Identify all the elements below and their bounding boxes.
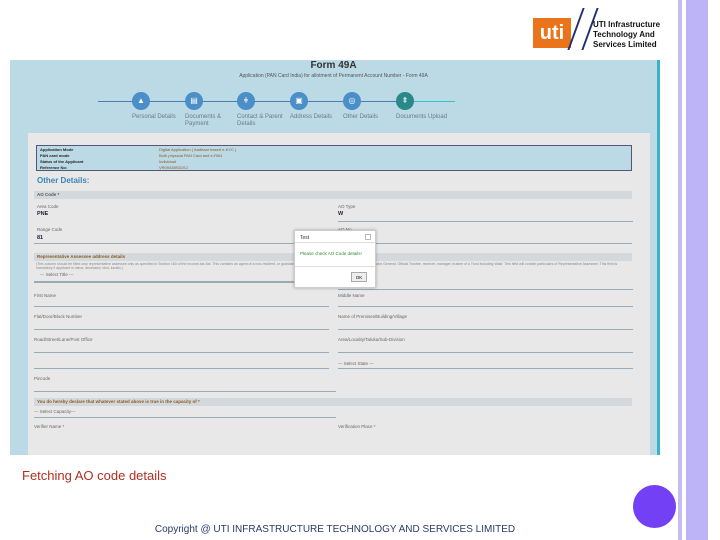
capacity-select[interactable]: --- Select Capacity--- [34, 409, 76, 414]
slide-caption: Fetching AO code details [22, 468, 167, 483]
city-select[interactable] [34, 368, 329, 369]
copyright: Copyright @ UTI INFRASTRUCTURE TECHNOLOG… [154, 524, 516, 535]
verification-place-field[interactable]: Verification Place * [338, 424, 376, 429]
state-select[interactable]: --- Select State --- [338, 361, 374, 366]
user-icon: ▲ [132, 92, 150, 110]
decorative-bar [678, 0, 682, 540]
upload-icon: ⇞ [396, 92, 414, 110]
declaration-section: You do hereby declare that whatever stat… [34, 398, 632, 406]
title-select[interactable]: --- Select Title --- [40, 272, 74, 277]
close-icon[interactable] [365, 234, 371, 240]
step-address-details[interactable]: ▣ Address Details [290, 92, 350, 121]
ao-type-value: W [338, 211, 344, 217]
uti-logo: uti UTI Infrastructure Technology And Se… [533, 8, 673, 52]
step-documents-payment[interactable]: ▤ Documents & Payment [185, 92, 245, 128]
area-code-value: PNE [37, 211, 49, 217]
pincode-field[interactable]: Pincode [34, 376, 50, 381]
form-title: Form 49A [310, 60, 357, 71]
form-panel: Application Mode Digital Application ( Aa… [28, 133, 650, 455]
form-screenshot: Form 49A Application (PAN Card India) fo… [10, 60, 660, 455]
dialog-title: Test [295, 231, 375, 243]
decorative-circle [633, 485, 676, 528]
first-name-field[interactable]: First Name [34, 293, 56, 298]
decorative-bar [686, 0, 708, 540]
logo-text: UTI Infrastructure Technology And Servic… [593, 20, 661, 49]
other-icon: ◎ [343, 92, 361, 110]
application-info: Application Mode Digital Application ( Aa… [36, 145, 632, 171]
verifier-name-field[interactable]: Verifier Name * [34, 424, 64, 429]
ao-code-section: AO Code * [34, 191, 632, 199]
ok-button[interactable]: OK [351, 272, 367, 282]
other-details-heading: Other Details: [37, 176, 90, 185]
step-other-details[interactable]: ◎ Other Details [343, 92, 403, 121]
address-icon: ▣ [290, 92, 308, 110]
step-contact-parent[interactable]: ǂ Contact & Parent Details [237, 92, 297, 128]
range-code-value: 81 [37, 235, 44, 241]
premises-field[interactable]: Name of Premises/Building/Village [338, 314, 407, 319]
form-subtitle: Application (PAN Card India) for allotme… [239, 73, 428, 79]
middle-name-field[interactable]: Middle Name [338, 293, 365, 298]
step-documents-upload[interactable]: ⇞ Documents Upload [396, 92, 456, 121]
flat-field[interactable]: Flat/Door/Block Number [34, 314, 82, 319]
road-field[interactable]: Road/Street/Lane/Post Office [34, 337, 92, 342]
document-icon: ▤ [185, 92, 203, 110]
alert-dialog: Test Please check AO Code details! OK [294, 230, 376, 288]
contact-icon: ǂ [237, 92, 255, 110]
area-field[interactable]: Area/Locality/Taluka/Sub-Division [338, 337, 405, 342]
step-personal-details[interactable]: ▲ Personal Details [132, 92, 192, 121]
logo-mark: uti [533, 18, 571, 48]
dialog-message: Please check AO Code details! [295, 243, 375, 267]
